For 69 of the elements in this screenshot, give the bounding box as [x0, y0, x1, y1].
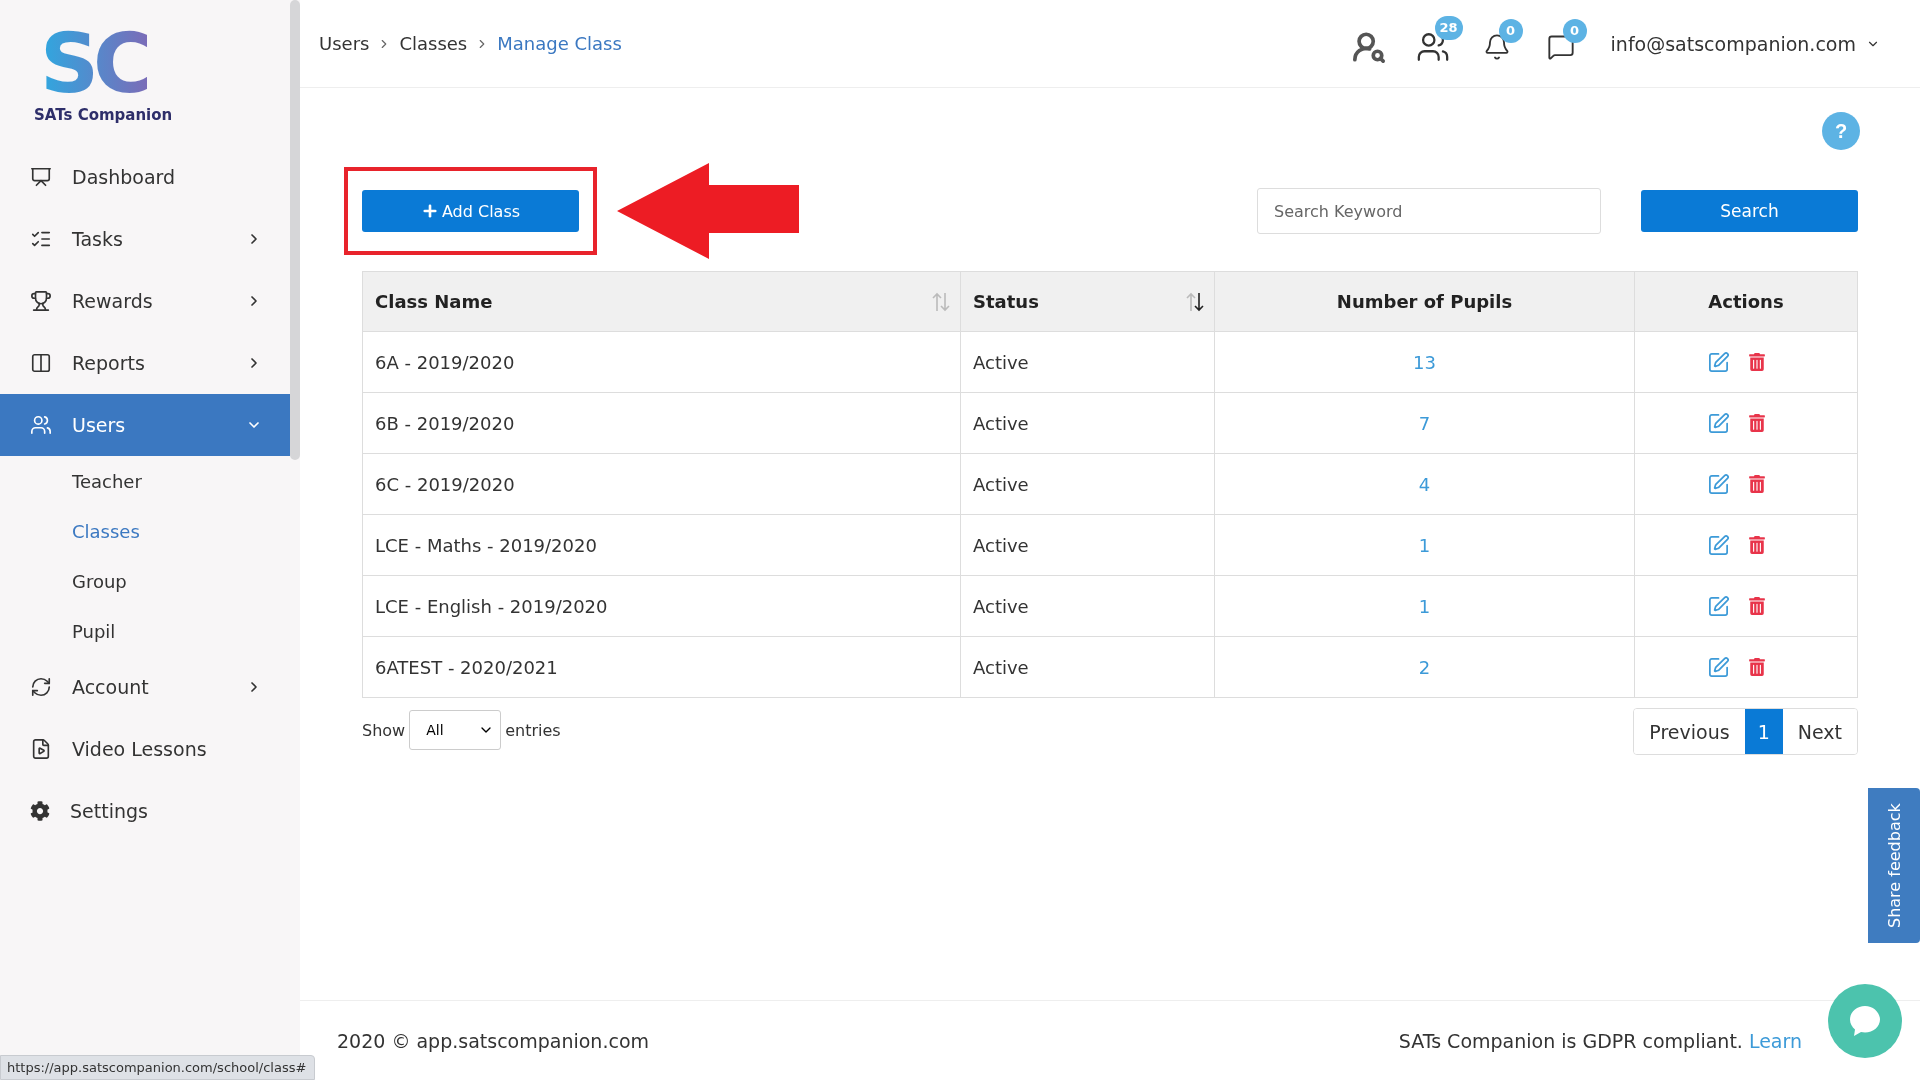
table-cell: Active — [960, 453, 1215, 515]
settings-icon — [30, 801, 50, 821]
sidebar-item[interactable]: Settings — [0, 780, 290, 842]
sidebar-item[interactable]: Dashboard — [0, 146, 290, 208]
table-cell: 6B - 2019/2020 — [362, 392, 961, 454]
edit-icon[interactable] — [1706, 350, 1730, 374]
edit-icon[interactable] — [1706, 411, 1730, 435]
add-class-button[interactable]: Add Class — [362, 190, 579, 232]
show-label: Show — [362, 720, 406, 740]
search-field[interactable]: Search Keyword — [1257, 188, 1601, 234]
sidebar-item[interactable]: Tasks — [0, 208, 290, 270]
submenu-item[interactable]: Classes — [0, 506, 290, 556]
chat-bubble-icon — [1848, 1004, 1882, 1038]
edit-icon[interactable] — [1706, 655, 1730, 679]
user-menu[interactable]: info@satscompanion.com — [1610, 32, 1880, 55]
column-header: Status — [973, 291, 1039, 312]
sidebar-item[interactable]: Rewards — [0, 270, 290, 332]
sidebar-item[interactable]: Users — [0, 394, 290, 456]
edit-icon[interactable] — [1706, 472, 1730, 496]
sort-icon[interactable] — [1186, 292, 1204, 312]
table-cell: 6ATEST - 2020/2021 — [362, 636, 961, 698]
gdpr-text: SATs Companion is GDPR compliant. — [1398, 1029, 1743, 1052]
breadcrumb-link[interactable]: Classes — [399, 33, 468, 54]
trophy-icon — [30, 290, 52, 312]
sidebar-item[interactable]: Account — [0, 656, 290, 718]
status-url: https://app.satscompanion.com/school/class# — [0, 1055, 316, 1080]
edit-icon[interactable] — [1706, 594, 1730, 618]
trash-icon[interactable] — [1747, 353, 1766, 371]
column-header: Number of Pupils — [1336, 291, 1513, 312]
edit-icon[interactable] — [1706, 533, 1730, 557]
submenu-item[interactable]: Teacher — [0, 456, 290, 506]
logo-name: SATs Companion — [34, 106, 173, 124]
count-badge: 28 — [1434, 15, 1463, 40]
submenu-item[interactable]: Group — [0, 556, 290, 606]
user-search-icon[interactable] — [1351, 29, 1386, 64]
trash-icon[interactable] — [1747, 658, 1766, 676]
breadcrumb-link[interactable]: Users — [319, 33, 370, 54]
table-cell: LCE - English - 2019/2020 — [362, 575, 961, 637]
table-cell: Active — [960, 636, 1215, 698]
breadcrumb-link[interactable]: Manage Class — [497, 33, 622, 54]
scrollbar[interactable] — [290, 0, 300, 460]
search-button[interactable]: Search — [1641, 190, 1858, 232]
submenu-item[interactable]: Pupil — [0, 606, 290, 656]
sidebar-item[interactable]: Video Lessons — [0, 718, 290, 780]
page-button[interactable]: 1 — [1744, 709, 1783, 754]
table-cell: Active — [960, 392, 1215, 454]
count-badge: 0 — [1498, 18, 1523, 43]
column-header: Class Name — [375, 291, 493, 312]
copyright-text: 2020 © app.satscompanion.com — [337, 1029, 649, 1052]
video-file-icon — [30, 738, 52, 760]
table-cell: Active — [960, 575, 1215, 637]
trash-icon[interactable] — [1747, 597, 1766, 615]
table-cell: 6A - 2019/2020 — [362, 331, 961, 393]
entries-label: entries — [505, 720, 561, 740]
column-header: Actions — [1708, 291, 1784, 312]
columns-icon — [30, 352, 52, 374]
table-cell: LCE - Maths - 2019/2020 — [362, 514, 961, 576]
table-cell: 6C - 2019/2020 — [362, 453, 961, 515]
count-badge: 0 — [1562, 18, 1587, 43]
feedback-tab[interactable]: Share feedback — [1868, 788, 1920, 943]
page-size-select[interactable]: All — [409, 710, 502, 750]
table-cell: Active — [960, 514, 1215, 576]
monitor-icon — [30, 166, 52, 188]
table-cell: Active — [960, 331, 1215, 393]
trash-icon[interactable] — [1747, 536, 1766, 554]
users-icon — [30, 414, 52, 436]
trash-icon[interactable] — [1747, 414, 1766, 432]
trash-icon[interactable] — [1747, 475, 1766, 493]
sidebar-item[interactable]: Reports — [0, 332, 290, 394]
